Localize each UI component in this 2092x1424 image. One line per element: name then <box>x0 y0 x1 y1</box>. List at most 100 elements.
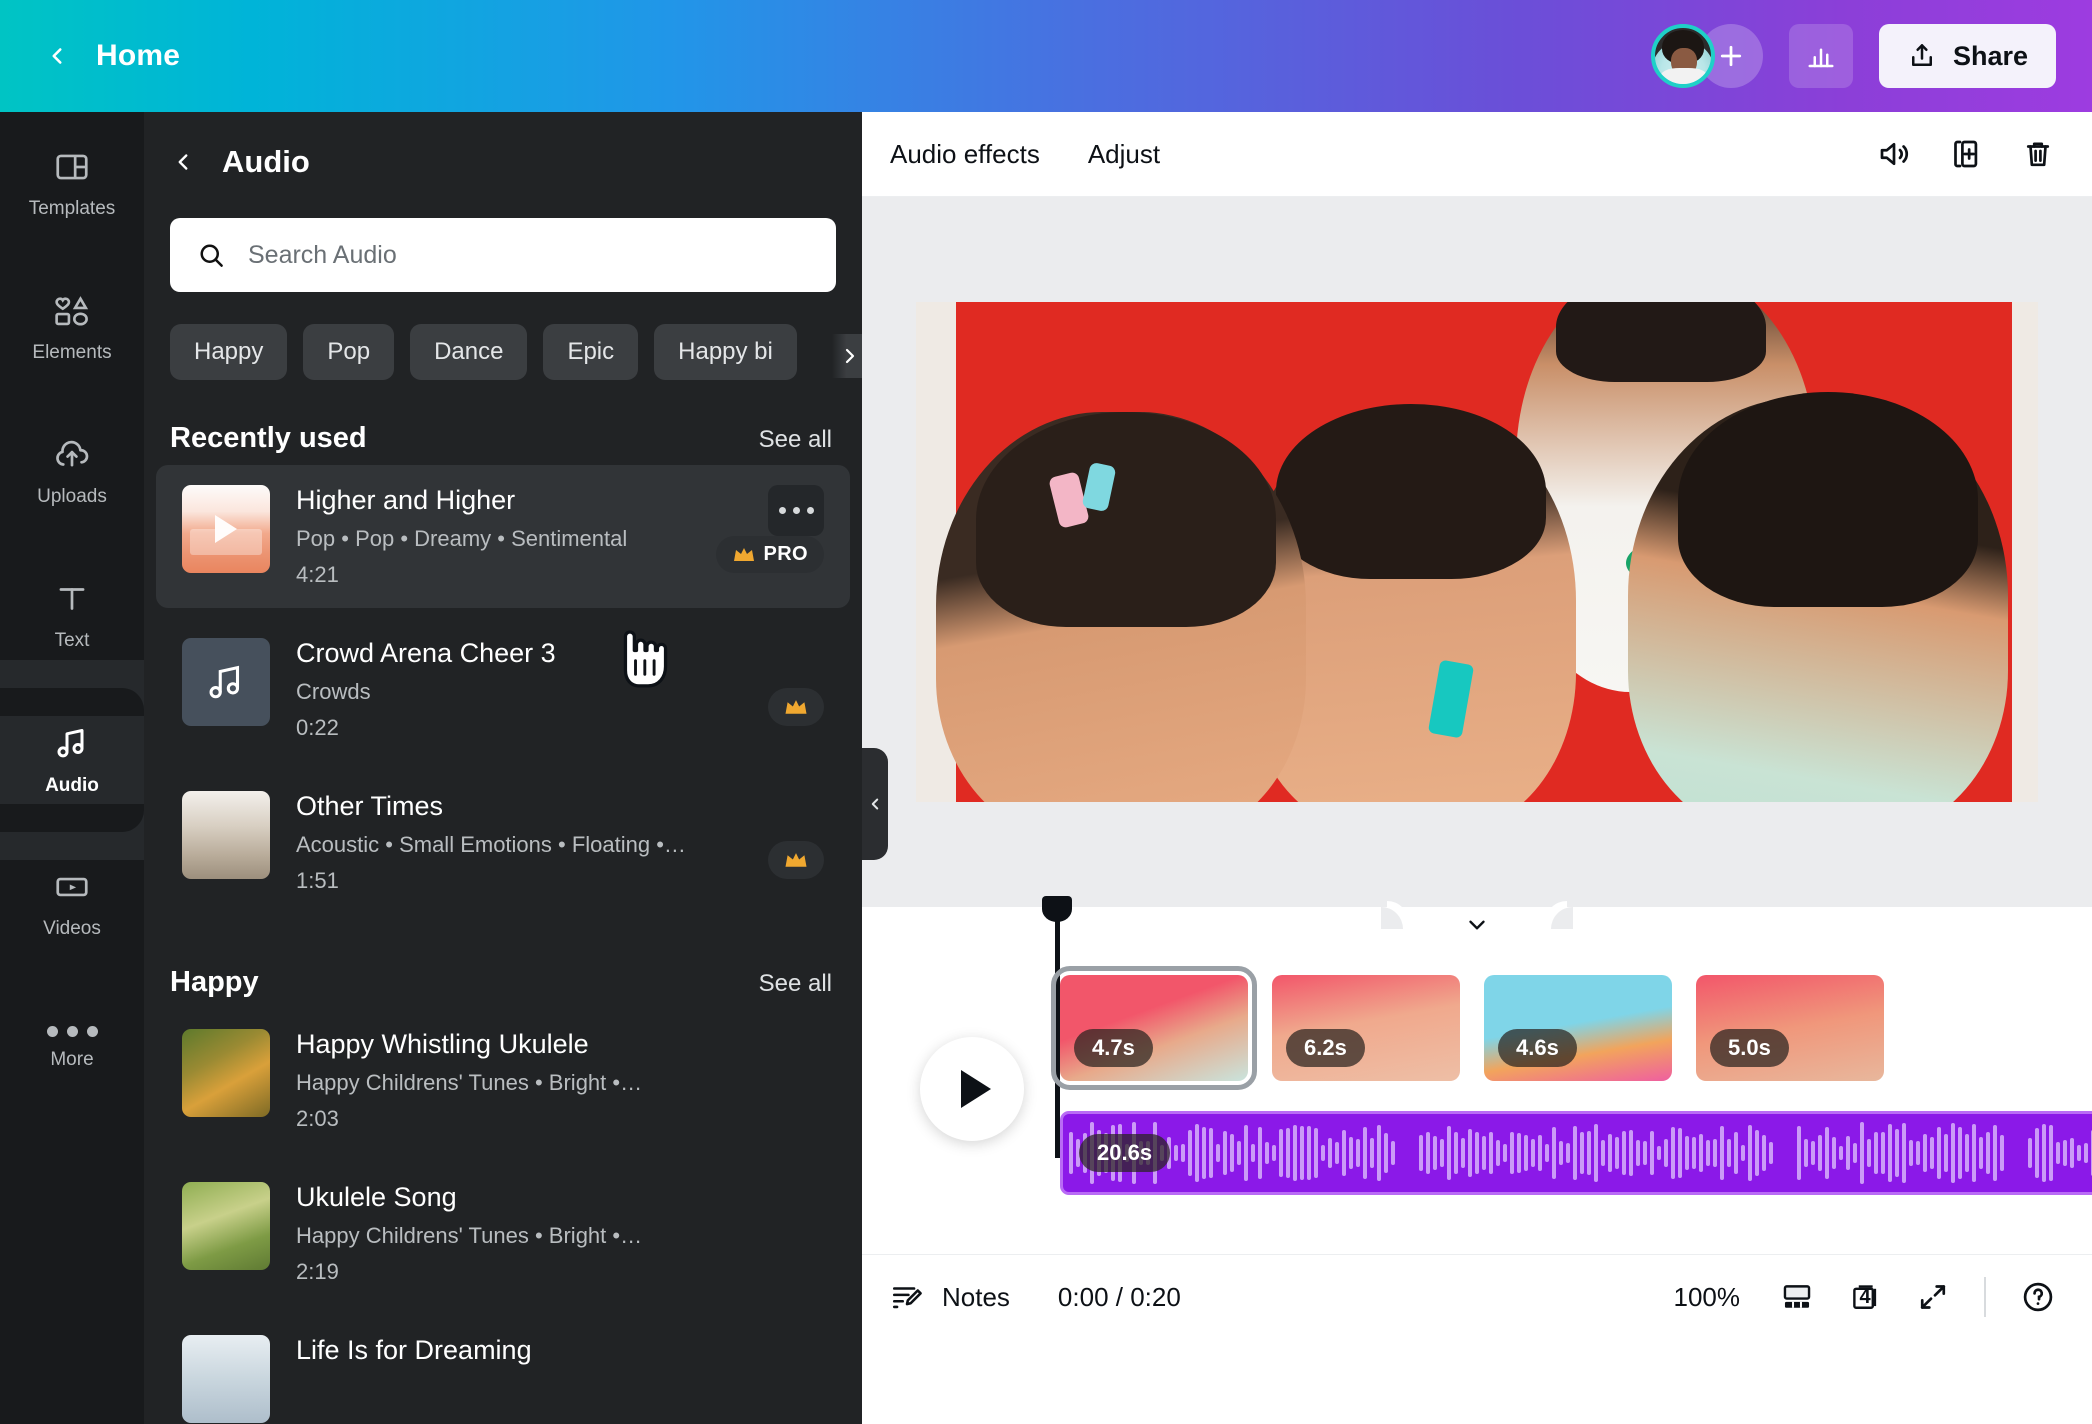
sidebar-item-label: Elements <box>32 342 112 363</box>
delete-button[interactable] <box>2020 136 2056 172</box>
plus-icon <box>1720 45 1742 67</box>
track-duration: 1:51 <box>296 868 339 893</box>
insights-button[interactable] <box>1788 24 1853 88</box>
trash-icon <box>2026 142 2050 167</box>
chip-happy[interactable]: Happy <box>170 324 288 380</box>
chevron-right-icon <box>845 348 855 364</box>
help-button[interactable] <box>2020 1279 2056 1315</box>
track-row-life-is-for-dreaming[interactable]: Life Is for Dreaming <box>156 1315 850 1424</box>
canvas-area <box>862 197 2092 907</box>
status-badge <box>768 841 824 879</box>
crown-icon <box>734 547 755 561</box>
track-row-ukulele-song[interactable]: Ukulele Song Happy Childrens' Tunes • Br… <box>156 1162 850 1305</box>
sidebar-item-label: Text <box>54 630 90 651</box>
share-upload-icon <box>1911 44 1932 66</box>
sidebar-item-more[interactable]: More <box>0 976 144 1120</box>
timeline: 4.7s 6.2s 4.6s 5.0s 20.6s Notes 0:00 / 0… <box>862 896 2092 1339</box>
timeline-clip[interactable]: 4.6s <box>1484 975 1672 1081</box>
left-rail: Templates Elements Uploads Text Audio Vi… <box>0 112 144 1424</box>
text-icon <box>59 588 85 610</box>
chevron-left-icon <box>178 154 188 170</box>
elements-icon <box>55 296 89 326</box>
volume-button[interactable] <box>1876 136 1912 172</box>
sidebar-item-label: Audio <box>45 775 99 796</box>
track-duration: 0:22 <box>296 715 339 740</box>
divider <box>1984 1277 1986 1317</box>
track-thumbnail <box>182 1029 270 1117</box>
track-thumbnail <box>182 1335 270 1423</box>
timeline-view-icon <box>1783 1285 1811 1308</box>
duplicate-button[interactable] <box>1948 136 1984 172</box>
fullscreen-button[interactable] <box>1916 1280 1950 1314</box>
chip-pop[interactable]: Pop <box>303 324 395 380</box>
section-title: Recently used <box>170 422 367 454</box>
timeline-clip[interactable]: 6.2s <box>1272 975 1460 1081</box>
canvas-image[interactable] <box>916 302 2038 802</box>
share-button[interactable]: Share <box>1878 24 2056 88</box>
zoom-level[interactable]: 100% <box>1674 1282 1741 1313</box>
status-badge <box>768 688 824 726</box>
expand-arrows-icon <box>1920 1285 1946 1309</box>
panel-collapse-handle[interactable] <box>862 748 888 860</box>
avatar[interactable] <box>1650 24 1715 88</box>
track-title: Life Is for Dreaming <box>296 1335 532 1365</box>
track-row-crowd-arena-cheer-3[interactable]: Crowd Arena Cheer 3 Crowds 0:22 <box>156 618 850 761</box>
sidebar-item-templates[interactable]: Templates <box>0 112 144 256</box>
track-title: Other Times <box>296 791 444 821</box>
templates-icon <box>56 154 88 180</box>
track-row-other-times[interactable]: Other Times Acoustic • Small Emotions • … <box>156 771 850 914</box>
more-dots-icon <box>46 1025 98 1037</box>
sidebar-item-elements[interactable]: Elements <box>0 256 144 400</box>
sidebar-item-videos[interactable]: Videos <box>0 804 144 976</box>
track-row-higher-and-higher[interactable]: Higher and Higher Pop • Pop • Dreamy • S… <box>156 465 850 608</box>
track-title: Crowd Arena Cheer 3 <box>296 638 556 668</box>
track-more-button[interactable] <box>768 485 824 536</box>
section-title: Happy <box>170 966 259 998</box>
track-row-happy-whistling-ukulele[interactable]: Happy Whistling Ukulele Happy Childrens'… <box>156 1009 850 1152</box>
chip-epic[interactable]: Epic <box>543 324 639 380</box>
search-input[interactable]: Search Audio <box>170 218 836 292</box>
track-title: Happy Whistling Ukulele <box>296 1029 589 1059</box>
see-all-link[interactable]: See all <box>759 426 832 454</box>
see-all-link[interactable]: See all <box>759 970 832 998</box>
tab-audio-effects[interactable]: Audio effects <box>890 139 1040 170</box>
tab-adjust[interactable]: Adjust <box>1088 139 1160 170</box>
play-button[interactable] <box>920 1037 1024 1141</box>
sidebar-item-uploads[interactable]: Uploads <box>0 400 144 544</box>
clip-duration: 6.2s <box>1286 1029 1365 1067</box>
track-meta: Acoustic • Small Emotions • Floating •… <box>296 832 686 857</box>
pro-label: PRO <box>763 543 808 565</box>
chip-dance[interactable]: Dance <box>410 324 528 380</box>
audio-panel: Audio Search Audio Happy Pop Dance Epic … <box>144 112 862 1424</box>
track-title: Ukulele Song <box>296 1182 457 1212</box>
panel-title: Audio <box>222 144 310 179</box>
panel-back-button[interactable] <box>170 147 196 177</box>
clip-duration: 5.0s <box>1710 1029 1789 1067</box>
sidebar-item-label: Templates <box>28 198 116 219</box>
editor-toolbar: Audio effects Adjust <box>862 112 2092 197</box>
chips-next-button[interactable] <box>832 334 862 378</box>
section-header-happy: Happy See all <box>144 914 862 999</box>
bottom-toolbar: Notes 0:00 / 0:20 100% 4 <box>862 1254 2092 1339</box>
crown-icon <box>785 852 807 867</box>
pages-button[interactable]: 4 <box>1848 1280 1882 1314</box>
duplicate-icon <box>1954 140 1978 168</box>
notes-label: Notes <box>942 1281 1010 1312</box>
timeline-clip[interactable]: 5.0s <box>1696 975 1884 1081</box>
home-label[interactable]: Home <box>96 39 180 73</box>
audio-timeline-clip[interactable]: 20.6s <box>1060 1111 2092 1195</box>
top-bar-actions: Share <box>1650 24 2092 88</box>
timeline-view-button[interactable] <box>1780 1280 1814 1314</box>
clip-duration: 4.7s <box>1074 1029 1153 1067</box>
top-bar: Home Share <box>0 0 2092 112</box>
category-chips: Happy Pop Dance Epic Happy bi <box>170 324 862 380</box>
sidebar-item-label: Uploads <box>37 486 107 507</box>
track-meta: Crowds <box>296 679 371 704</box>
timeline-clip[interactable]: 4.7s <box>1051 966 1257 1090</box>
editor-area: Audio effects Adjust 4.7s 6.2s 4.6s 5.0s… <box>862 112 2092 1424</box>
track-meta: Happy Childrens' Tunes • Bright •… <box>296 1070 643 1095</box>
back-button[interactable] <box>44 43 70 69</box>
notes-button[interactable]: Notes <box>890 1280 1010 1314</box>
chip-happy-birthday[interactable]: Happy bi <box>654 324 797 380</box>
help-circle-icon <box>2023 1282 2053 1312</box>
